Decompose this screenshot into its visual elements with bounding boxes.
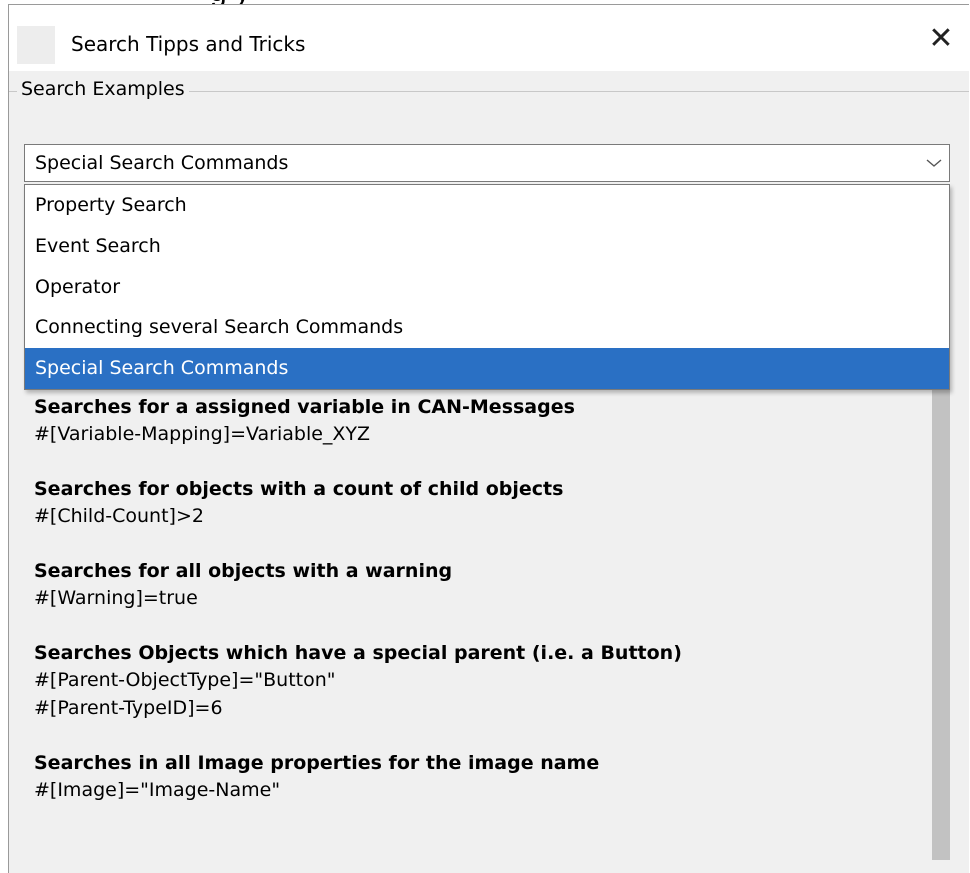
example-code: #[Child-Count]>2 [34,505,204,527]
example-code: #[Parent-TypeID]=6 [34,697,223,719]
group-label: Search Examples [17,77,189,101]
example-category-select[interactable]: Special Search Commands [24,144,950,182]
dropdown-option-event-search[interactable]: Event Search [25,226,949,267]
example-code: #[Variable-Mapping]=Variable_XYZ [34,423,371,445]
example-title: Searches for all objects with a warning [34,560,453,582]
dropdown-option-property-search[interactable]: Property Search [25,185,949,226]
example-title: Searches Objects which have a special pa… [34,642,682,664]
chevron-down-icon [926,159,942,167]
title-bar: Search Tipps and Tricks ✕ [9,5,969,71]
close-button[interactable]: ✕ [913,15,969,63]
example-title: Searches in all Image properties for the… [34,752,600,774]
dropdown-option-operator[interactable]: Operator [25,267,949,308]
scrollbar-thumb[interactable] [932,386,950,860]
examples-content: Searches for a assigned variable in CAN-… [24,386,932,864]
close-icon: ✕ [928,21,954,56]
example-item: Searches for a assigned variable in CAN-… [34,394,932,448]
window-title: Search Tipps and Tricks [71,32,306,56]
app-icon [17,26,55,64]
example-title: Searches for objects with a count of chi… [34,478,564,500]
dropdown-option-connecting-commands[interactable]: Connecting several Search Commands [25,307,949,348]
example-code: #[Parent-ObjectType]="Button" [34,669,336,691]
example-item: Searches for all objects with a warning … [34,558,932,612]
dropdown-option-special-search[interactable]: Special Search Commands [25,348,949,389]
example-title: Searches for a assigned variable in CAN-… [34,396,575,418]
dropdown-list: Property Search Event Search Operator Co… [24,184,950,390]
example-item: Searches for objects with a count of chi… [34,476,932,530]
example-code: #[Warning]=true [34,587,198,609]
combo-selected-value: Special Search Commands [35,152,289,174]
example-code: #[Image]="Image-Name" [34,779,281,801]
vertical-scrollbar[interactable] [932,386,950,864]
example-item: Searches Objects which have a special pa… [34,640,932,722]
example-item: Searches in all Image properties for the… [34,750,932,804]
